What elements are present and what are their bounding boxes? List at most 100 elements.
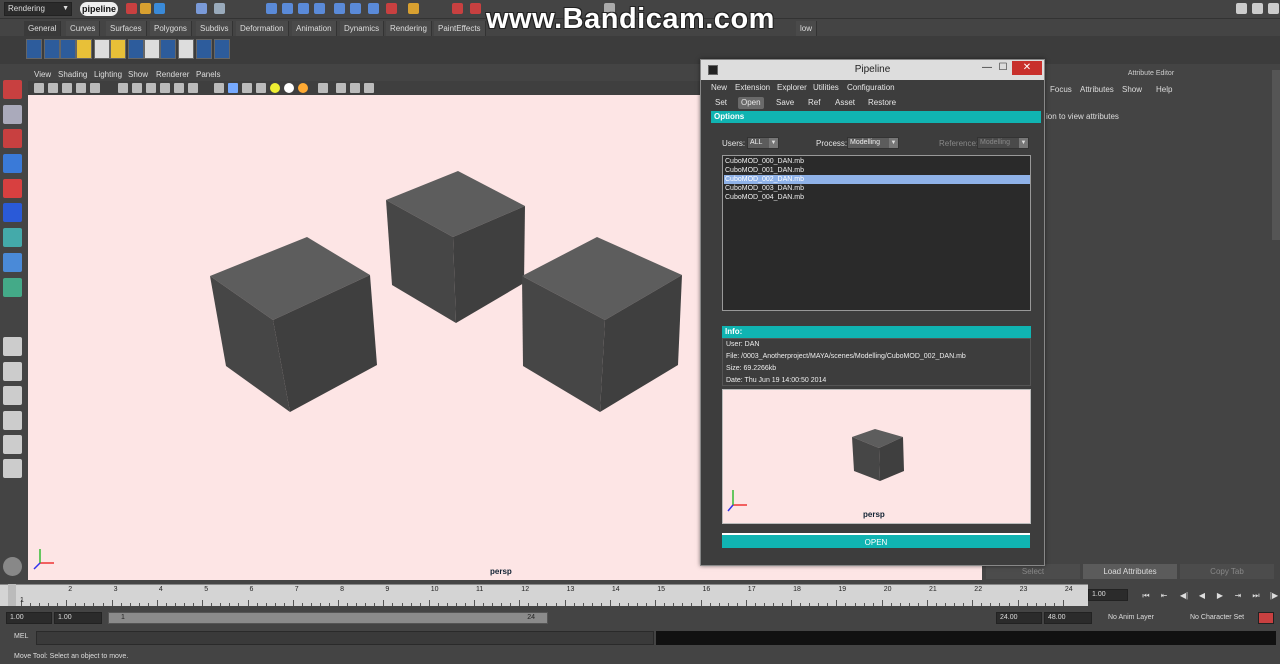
- field-chart-icon[interactable]: [160, 83, 170, 93]
- wireframe-icon[interactable]: [214, 83, 224, 93]
- outliner-toggle-icon[interactable]: [1268, 3, 1279, 14]
- menu-set-select[interactable]: Rendering ▼: [4, 2, 72, 16]
- maximize-icon[interactable]: ☐: [995, 61, 1011, 75]
- snap-curve-icon[interactable]: [282, 3, 293, 14]
- ipr-render-icon[interactable]: [386, 3, 397, 14]
- command-language-label[interactable]: MEL: [14, 633, 28, 640]
- lasso-tool-icon[interactable]: [3, 105, 22, 124]
- history-icon[interactable]: [334, 3, 345, 14]
- list-item[interactable]: CuboMOD_004_DAN.mb: [724, 193, 1030, 202]
- play-backwards-icon[interactable]: ◀: [1196, 590, 1208, 601]
- select-button[interactable]: Select: [986, 564, 1080, 579]
- users-select[interactable]: ALL ▼: [747, 137, 779, 149]
- pipeline-shelf-button[interactable]: pipeline: [80, 2, 118, 16]
- animation-start-field[interactable]: 1.00: [6, 612, 52, 624]
- viewport-menu-panels[interactable]: Panels: [196, 70, 220, 79]
- render-icon[interactable]: [368, 3, 379, 14]
- tab-open[interactable]: Open: [738, 97, 764, 109]
- list-item[interactable]: CuboMOD_003_DAN.mb: [724, 184, 1030, 193]
- new-scene-icon[interactable]: [126, 3, 137, 14]
- close-icon[interactable]: ✕: [1012, 61, 1042, 75]
- list-item[interactable]: CuboMOD_001_DAN.mb: [724, 166, 1030, 175]
- last-tool-icon[interactable]: [3, 278, 22, 297]
- tab-asset[interactable]: Asset: [832, 97, 858, 109]
- persp-outliner-layout-icon[interactable]: [3, 411, 22, 430]
- character-set-select[interactable]: No Character Set: [1190, 614, 1244, 621]
- textured-icon[interactable]: [256, 83, 266, 93]
- go-to-start-icon[interactable]: ⏮: [1140, 590, 1152, 601]
- select-hierarchy-icon[interactable]: [196, 3, 207, 14]
- copy-tab-button[interactable]: Copy Tab: [1180, 564, 1274, 579]
- load-attributes-button[interactable]: Load Attributes: [1083, 564, 1177, 579]
- go-to-end-icon[interactable]: ⏭: [1250, 590, 1262, 601]
- image-plane-icon[interactable]: [76, 83, 86, 93]
- film-gate-icon[interactable]: [118, 83, 128, 93]
- file-list[interactable]: CuboMOD_000_DAN.mb CuboMOD_001_DAN.mb Cubo…: [722, 155, 1031, 311]
- all-lights-icon[interactable]: [284, 83, 294, 93]
- xray-joints-icon[interactable]: [350, 83, 360, 93]
- range-slider[interactable]: 1 24: [108, 612, 548, 624]
- shelf-tab-general[interactable]: General: [24, 21, 62, 36]
- grid-icon[interactable]: [90, 83, 100, 93]
- pipeline-menu-configuration[interactable]: Configuration: [847, 83, 895, 92]
- shelf-tool-button[interactable]: [110, 39, 126, 59]
- scale-tool-icon[interactable]: [3, 203, 22, 222]
- select-camera-icon[interactable]: [34, 83, 44, 93]
- script-editor-icon[interactable]: [3, 557, 22, 576]
- step-forward-key-icon[interactable]: ⇥: [1232, 590, 1244, 601]
- attribute-menu-show[interactable]: Show: [1122, 85, 1142, 94]
- wireframe-on-shaded-icon[interactable]: [242, 83, 252, 93]
- shelf-tool-button[interactable]: [160, 39, 176, 59]
- cube-left[interactable]: [210, 237, 377, 412]
- rotate-tool-icon[interactable]: [3, 179, 22, 198]
- channel-box-toggle-icon[interactable]: [1236, 3, 1247, 14]
- open-scene-icon[interactable]: [140, 3, 151, 14]
- manipulator-tool-icon[interactable]: [3, 228, 22, 247]
- paint-select-tool-icon[interactable]: [3, 129, 22, 148]
- channel-box-side-tabs[interactable]: [1272, 70, 1280, 240]
- snap-grid-icon[interactable]: [266, 3, 277, 14]
- minimize-icon[interactable]: —: [979, 61, 995, 75]
- attribute-menu-focus[interactable]: Focus: [1050, 85, 1072, 94]
- shelf-tab-painteffects[interactable]: PaintEffects: [434, 21, 486, 36]
- camera-attributes-icon[interactable]: [48, 83, 58, 93]
- reference-select[interactable]: Modelling ▼: [977, 137, 1029, 149]
- side-by-side-layout-icon[interactable]: [3, 386, 22, 405]
- step-back-key-icon[interactable]: ⇤: [1158, 590, 1170, 601]
- step-back-frame-icon[interactable]: ◀|: [1178, 590, 1190, 601]
- tab-restore[interactable]: Restore: [865, 97, 899, 109]
- shelf-tool-button[interactable]: [76, 39, 92, 59]
- render-settings-icon[interactable]: [408, 3, 419, 14]
- step-forward-frame-icon[interactable]: |▶: [1268, 590, 1280, 601]
- soft-mod-tool-icon[interactable]: [3, 253, 22, 272]
- shelf-tool-button[interactable]: [128, 39, 144, 59]
- viewport-menu-shading[interactable]: Shading: [58, 70, 87, 79]
- current-frame-marker[interactable]: [8, 584, 16, 606]
- viewport-menu-renderer[interactable]: Renderer: [156, 70, 189, 79]
- cube-right[interactable]: [522, 237, 682, 412]
- persp-graph-layout-icon[interactable]: [3, 435, 22, 454]
- perspective-viewport[interactable]: persp: [28, 95, 700, 580]
- pipeline-title-bar[interactable]: Pipeline — ☐ ✕: [701, 60, 1044, 80]
- process-select[interactable]: Modelling ▼: [847, 137, 899, 149]
- shelf-tab-subdivs[interactable]: Subdivs: [196, 21, 234, 36]
- command-input[interactable]: [36, 631, 654, 645]
- bookmark-icon[interactable]: [62, 83, 72, 93]
- shelf-tool-button[interactable]: [94, 39, 110, 59]
- auto-key-icon[interactable]: [1258, 612, 1274, 624]
- pipeline-menu-explorer[interactable]: Explorer: [777, 83, 807, 92]
- attribute-editor-toggle-icon[interactable]: [470, 3, 481, 14]
- smooth-shade-icon[interactable]: [228, 83, 238, 93]
- gate-mask-icon[interactable]: [146, 83, 156, 93]
- shelf-tool-button[interactable]: [44, 39, 60, 59]
- shelf-tool-button[interactable]: [214, 39, 230, 59]
- viewport-menu-show[interactable]: Show: [128, 70, 148, 79]
- isolate-select-icon[interactable]: [318, 83, 328, 93]
- play-forwards-icon[interactable]: ▶: [1214, 590, 1226, 601]
- list-item[interactable]: CuboMOD_002_DAN.mb: [724, 175, 1030, 184]
- four-pane-layout-icon[interactable]: [3, 362, 22, 381]
- snap-plane-icon[interactable]: [314, 3, 325, 14]
- default-lighting-icon[interactable]: [270, 83, 280, 93]
- pipeline-menu-extension[interactable]: Extension: [735, 83, 770, 92]
- shelf-tab-dynamics[interactable]: Dynamics: [340, 21, 385, 36]
